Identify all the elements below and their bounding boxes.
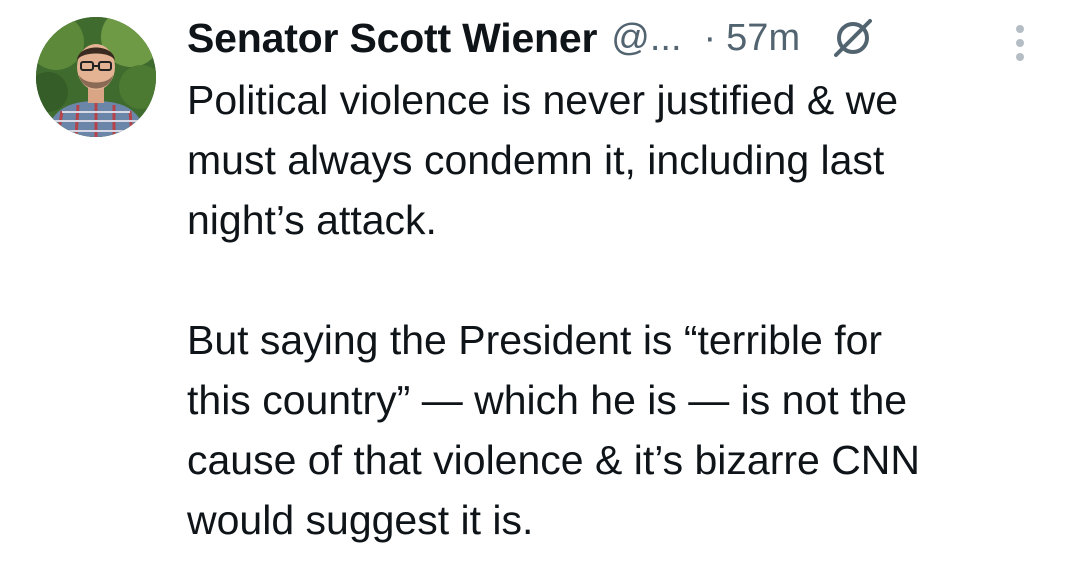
more-vertical-icon[interactable] bbox=[1006, 22, 1034, 64]
tweet-paragraph-1: Political violence is never justified & … bbox=[187, 77, 898, 243]
avatar[interactable] bbox=[36, 17, 156, 137]
user-handle[interactable]: @... bbox=[611, 17, 681, 60]
separator-dot: · bbox=[703, 16, 717, 59]
display-name[interactable]: Senator Scott Wiener bbox=[187, 15, 597, 62]
timestamp[interactable]: 57m bbox=[726, 17, 800, 60]
muted-circle-slash-icon bbox=[830, 15, 876, 61]
tweet-text: Political violence is never justified & … bbox=[187, 70, 1047, 550]
tweet-header: Senator Scott Wiener @... · 57m bbox=[187, 12, 876, 64]
tweet-card[interactable]: Senator Scott Wiener @... · 57m Politica… bbox=[0, 0, 1080, 561]
tweet-paragraph-2: But saying the President is “terrible fo… bbox=[187, 317, 921, 543]
